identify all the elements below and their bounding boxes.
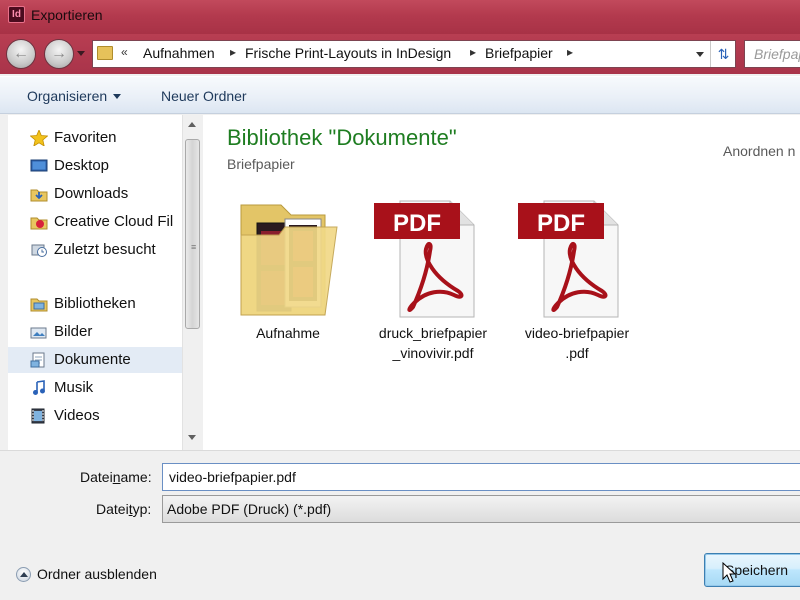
sidebar-item-videos[interactable]: Videos: [8, 403, 182, 429]
file-name-line: _vinovivir.pdf: [392, 345, 474, 361]
forward-button[interactable]: →: [44, 39, 74, 69]
file-name-line: Aufnahme: [256, 325, 320, 341]
arrow-left-icon: ←: [13, 45, 29, 62]
scroll-up-arrow-icon[interactable]: [188, 122, 196, 127]
sidebar-item-label: Downloads: [54, 185, 129, 202]
file-list-pane[interactable]: Bibliothek "Dokumente" Briefpapier Anord…: [203, 115, 800, 450]
file-name: video-briefpapier .pdf: [512, 323, 642, 363]
breadcrumb-item[interactable]: Briefpapier: [485, 45, 553, 61]
scroll-down-arrow-icon[interactable]: [188, 435, 196, 440]
file-name-line: .pdf: [565, 345, 589, 361]
recent-pages-dropdown[interactable]: [77, 51, 85, 56]
library-title: Bibliothek "Dokumente": [227, 125, 457, 150]
filename-input[interactable]: [162, 463, 800, 491]
downloads-icon: [30, 189, 48, 202]
sidebar-item-label: Dokumente: [54, 351, 131, 368]
creative-cloud-icon: [30, 217, 48, 230]
arrange-by-dropdown[interactable]: Anordnen n: [723, 143, 795, 159]
address-bar[interactable]: « Aufnahmen ▸ Frische Print-Layouts in I…: [92, 40, 736, 68]
sidebar-item-desktop[interactable]: Desktop: [8, 153, 182, 179]
recent-places-icon: [31, 244, 47, 257]
filetype-label: Dateityp:: [96, 501, 152, 517]
new-folder-button[interactable]: Neuer Ordner: [161, 88, 247, 104]
command-toolbar: Organisieren Neuer Ordner: [0, 76, 800, 114]
sidebar-item-label: Creative Cloud Fil: [54, 213, 174, 230]
breadcrumb-separator[interactable]: ▸: [567, 45, 573, 59]
libraries-icon: [30, 298, 48, 312]
file-item-pdf[interactable]: PDF video-briefpapier .pdf: [512, 195, 642, 375]
breadcrumb-separator[interactable]: ▸: [470, 45, 476, 59]
chevron-down-icon: [113, 94, 122, 99]
sidebar-item-label: Bilder: [54, 323, 93, 340]
window-title: Exportieren: [31, 7, 103, 23]
desktop-icon: [30, 159, 48, 172]
sidebar-item-label: Desktop: [54, 157, 110, 174]
sidebar-item-pictures[interactable]: Bilder: [8, 319, 182, 345]
save-options-panel: Dateiname: Dateityp: Adobe PDF (Druck) (…: [0, 450, 800, 600]
sidebar-item-recent-places[interactable]: Zuletzt besucht: [8, 237, 182, 263]
title-bar: Id Exportieren: [0, 0, 800, 34]
breadcrumb-separator[interactable]: ▸: [230, 45, 236, 59]
library-subtitle: Briefpapier: [227, 156, 295, 172]
organize-menu-button[interactable]: Organisieren: [27, 88, 122, 104]
pdf-badge-label: PDF: [537, 210, 585, 237]
sidebar-item-label: Favoriten: [54, 129, 117, 146]
breadcrumb-item[interactable]: Frische Print-Layouts in InDesign: [245, 45, 451, 61]
arrow-right-icon: →: [51, 45, 67, 62]
organize-label: Organisieren: [27, 88, 108, 104]
refresh-icon: ⇅: [717, 46, 730, 62]
navigation-bar: ← → « Aufnahmen ▸ Frische Print-Layouts …: [0, 34, 800, 74]
hide-folders-label: Ordner ausblenden: [37, 566, 157, 582]
sidebar-item-label: Musik: [54, 379, 94, 396]
save-button[interactable]: Speichern: [704, 553, 800, 587]
star-icon: [30, 130, 48, 146]
back-button[interactable]: ←: [6, 39, 36, 69]
address-history-dropdown[interactable]: [696, 52, 704, 57]
sidebar-item-libraries[interactable]: Bibliotheken: [8, 291, 182, 317]
folder-icon: [97, 46, 113, 60]
scrollbar-thumb[interactable]: ≡: [185, 139, 200, 329]
refresh-button[interactable]: ⇅: [710, 41, 736, 67]
file-name: Aufnahme: [223, 323, 353, 343]
breadcrumb-overflow[interactable]: «: [121, 45, 128, 59]
search-input[interactable]: Briefpap: [744, 40, 800, 68]
mouse-cursor-icon: [722, 562, 736, 583]
sidebar-item-label: Bibliotheken: [54, 295, 136, 312]
file-item-pdf[interactable]: PDF druck_briefpapier _vinovivir.pdf: [368, 195, 498, 375]
sidebar-item-favorites[interactable]: Favoriten: [8, 125, 182, 151]
pdf-icon: PDF: [374, 200, 475, 318]
sidebar-item-creative-cloud[interactable]: Creative Cloud Fil: [8, 209, 182, 235]
videos-icon: [31, 408, 45, 424]
navigation-pane: Favoriten Desktop Downloads Creative Clo…: [8, 115, 182, 450]
file-item-folder[interactable]: Aufnahme: [223, 195, 353, 375]
file-name: druck_briefpapier _vinovivir.pdf: [368, 323, 498, 363]
grip-icon: ≡: [191, 242, 196, 252]
breadcrumb-item[interactable]: Aufnahmen: [143, 45, 215, 61]
indesign-app-icon: Id: [8, 6, 25, 23]
filename-label: Dateiname:: [80, 469, 152, 485]
filetype-select[interactable]: Adobe PDF (Druck) (*.pdf): [162, 495, 800, 523]
file-name-line: druck_briefpapier: [378, 325, 488, 341]
sidebar-item-label: Zuletzt besucht: [54, 241, 156, 258]
sidebar-item-music[interactable]: Musik: [8, 375, 182, 401]
sidebar-item-documents[interactable]: Dokumente: [8, 347, 182, 373]
navigation-pane-scrollbar[interactable]: ≡: [182, 115, 201, 450]
sidebar-item-downloads[interactable]: Downloads: [8, 181, 182, 207]
pdf-badge-label: PDF: [393, 210, 441, 237]
collapse-arrow-icon: [16, 567, 31, 582]
pdf-icon: PDF: [518, 200, 619, 318]
folder-icon: [240, 204, 338, 316]
pictures-icon: [30, 327, 47, 339]
hide-folders-button[interactable]: Ordner ausblenden: [16, 566, 157, 582]
file-name-line: video-briefpapier: [524, 325, 630, 341]
documents-icon: [30, 352, 45, 368]
music-icon: [33, 380, 45, 395]
sidebar-item-label: Videos: [54, 407, 100, 424]
new-folder-label: Neuer Ordner: [161, 88, 247, 104]
